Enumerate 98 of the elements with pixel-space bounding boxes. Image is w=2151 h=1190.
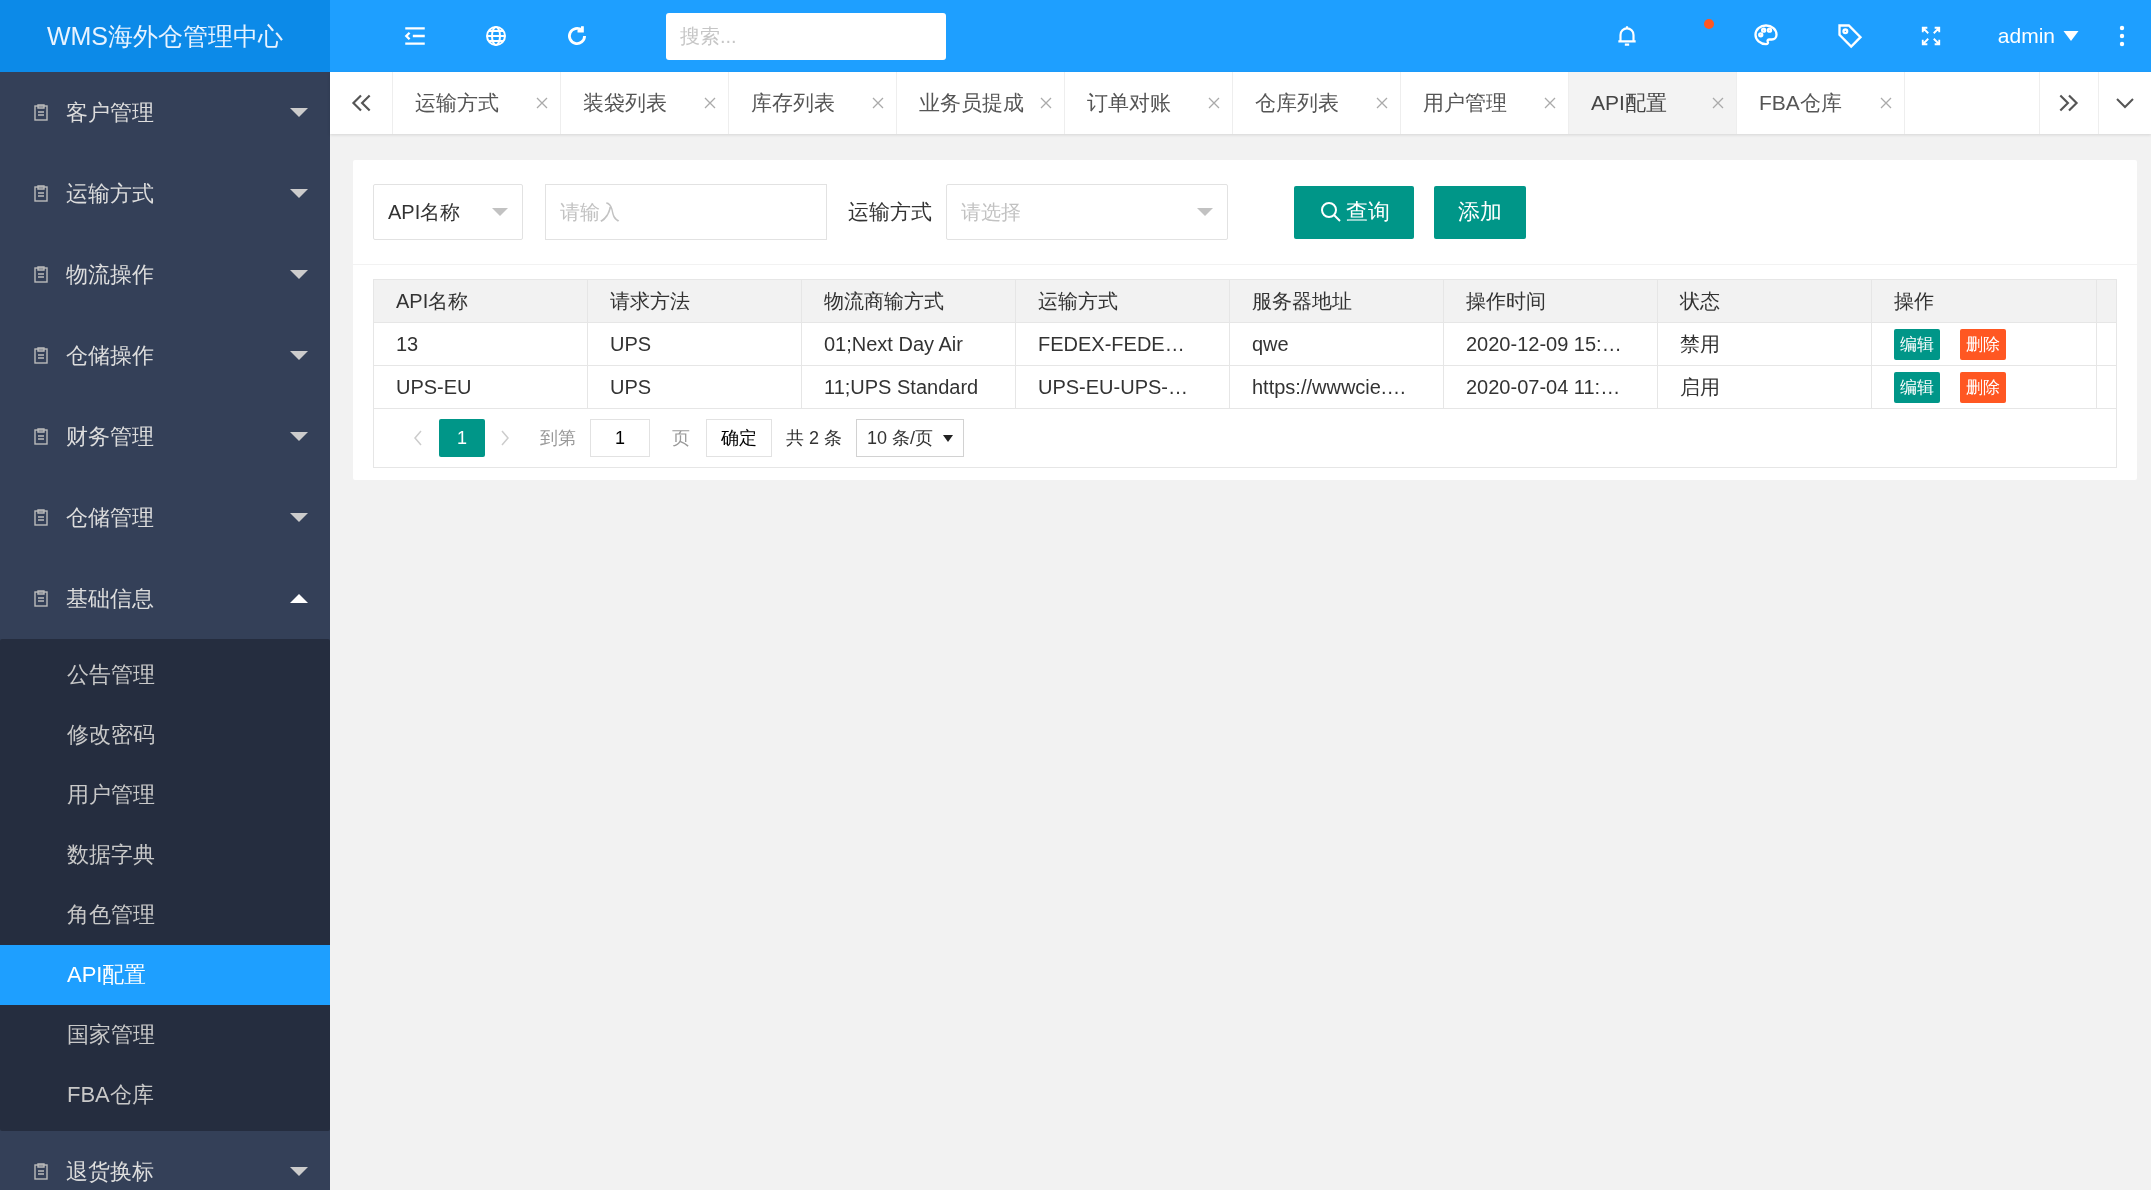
table-cell: 启用 [1658,366,1872,408]
pager-label: 页 [672,427,690,450]
caret-icon[interactable] [2063,31,2079,41]
table-cell: UPS-EU-UPS-… [1016,366,1230,408]
close-icon [1376,97,1388,109]
close-icon [872,97,884,109]
scroll-right-button[interactable] [2039,72,2099,134]
clipboard-icon [32,345,50,366]
caret-down-icon [290,432,308,441]
caret-down-icon [290,351,308,360]
globe-icon[interactable] [484,24,508,48]
clipboard-icon [32,183,50,204]
close-icon [1544,97,1556,109]
clipboard-icon [32,426,50,447]
page-size-select[interactable]: 10 条/页 [856,419,965,457]
table-cell: UPS-EU [374,366,588,408]
menu-item[interactable]: 仓储管理 [0,477,330,558]
caret-down-icon [290,189,308,198]
search-button[interactable]: 查询 [1294,185,1414,239]
field-label: 运输方式 [848,199,932,225]
more-icon[interactable] [2119,24,2125,48]
submenu-item[interactable]: 用户管理 [0,765,330,825]
caret-up-icon [290,594,308,603]
tab[interactable]: 运输方式 [393,72,561,134]
tab[interactable]: API配置 [1569,72,1737,134]
menu-item[interactable]: 财务管理 [0,396,330,477]
column-header: 请求方法 [588,280,802,322]
tab[interactable]: 库存列表 [729,72,897,134]
table-cell: qwe [1230,323,1444,365]
menu-item[interactable]: 基础信息 [0,558,330,639]
column-header: 状态 [1658,280,1872,322]
column-header: 运输方式 [1016,280,1230,322]
page-input[interactable]: 1 [590,419,650,457]
column-header: 操作时间 [1444,280,1658,322]
menu-item[interactable]: 物流操作 [0,234,330,315]
caret-down-icon [1197,208,1213,216]
submenu-item[interactable]: 国家管理 [0,1005,330,1065]
caret-down-icon [290,513,308,522]
page-button[interactable]: 1 [439,419,485,457]
table-cell: UPS [588,323,802,365]
table-cell: 13 [374,323,588,365]
fullscreen-icon[interactable] [1919,25,1942,47]
menu-item[interactable]: 仓储操作 [0,315,330,396]
submenu-item[interactable]: 角色管理 [0,885,330,945]
tag-icon[interactable] [1835,22,1864,50]
column-header: 操作 [1872,280,2097,322]
tab[interactable]: 订单对账 [1065,72,1233,134]
table-cell: 01;Next Day Air [802,323,1016,365]
select-field[interactable]: API名称 [373,184,523,240]
submenu-item[interactable]: 数据字典 [0,825,330,885]
menu-item[interactable]: 退货换标 [0,1131,330,1190]
submenu-item[interactable]: 修改密码 [0,705,330,765]
table-cell: 2020-07-04 11:… [1444,366,1658,408]
column-header: 物流商输方式 [802,280,1016,322]
tab[interactable]: FBA仓库 [1737,72,1905,134]
edit-button[interactable]: 编辑 [1894,328,1940,360]
close-icon [536,97,548,109]
menu-item[interactable]: 运输方式 [0,153,330,234]
search-icon [1320,201,1342,223]
chevron-right-icon [501,430,510,446]
tab[interactable]: 装袋列表 [561,72,729,134]
caret-down-icon [290,108,308,117]
close-icon [1880,97,1892,109]
table-cell: 11;UPS Standard [802,366,1016,408]
clipboard-icon [32,588,50,609]
close-icon [1040,97,1052,109]
total-count: 共 2 条 [786,427,842,450]
clipboard-icon [32,507,50,528]
menu-item[interactable]: 客户管理 [0,72,330,153]
search-field[interactable]: 搜索... [666,12,946,60]
submenu-item[interactable]: FBA仓库 [0,1065,330,1125]
table-cell: FEDEX-FEDE… [1016,323,1230,365]
caret-down-icon [290,270,308,279]
table-cell: UPS [588,366,802,408]
pager-label: 到第 [540,427,576,450]
close-icon [1712,97,1724,109]
input-field[interactable]: 请输入 [545,184,827,240]
column-header: API名称 [374,280,588,322]
caret-down-icon [492,208,508,216]
table-cell: 禁用 [1658,323,1872,365]
table-cell: https://wwwcie.… [1230,366,1444,408]
submenu-item[interactable]: 公告管理 [0,645,330,705]
clipboard-icon [32,264,50,285]
add-button[interactable]: 添加 [1434,185,1526,239]
close-icon [704,97,716,109]
clipboard-icon [32,1161,50,1182]
close-icon [1208,97,1220,109]
table-cell: 2020-12-09 15:… [1444,323,1658,365]
tab[interactable]: 业务员提成 [897,72,1065,134]
confirm-button[interactable]: 确定 [706,419,772,457]
app-logo: WMS海外仓管理中心 [0,0,330,72]
caret-down-icon [943,434,954,442]
chevron-left-icon [414,430,423,446]
tab[interactable]: 仓库列表 [1233,72,1401,134]
column-header: 服务器地址 [1230,280,1444,322]
edit-button[interactable]: 编辑 [1894,371,1940,403]
clipboard-icon [32,102,50,123]
caret-down-icon [290,1167,308,1176]
